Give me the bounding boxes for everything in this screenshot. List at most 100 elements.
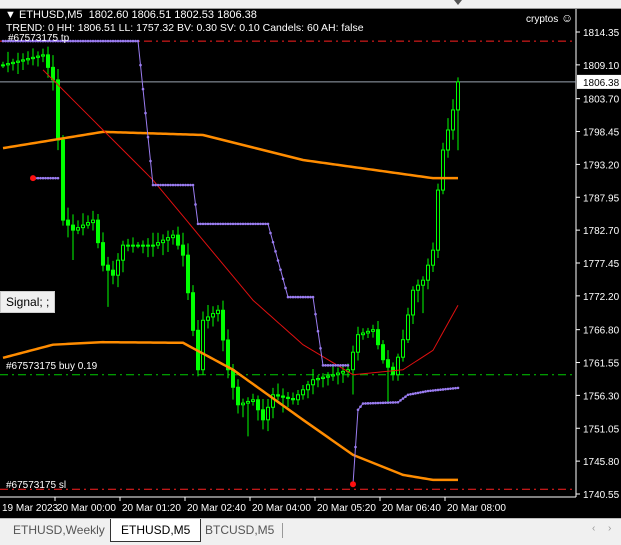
brand-label: cryptos ☺ (526, 11, 574, 25)
candle-body (96, 219, 100, 244)
candle-body (241, 402, 245, 406)
trailing-stop-line-dot (431, 389, 435, 392)
trailing-stop-line-dot (449, 387, 452, 390)
trailing-stop-line-dot (209, 222, 212, 226)
candle-body (156, 242, 160, 246)
trailing-stop-line-dot (294, 295, 297, 299)
tab-ethusd-weekly[interactable]: ETHUSD,Weekly (3, 519, 115, 541)
trailing-stop-line-dot (181, 183, 185, 187)
candle-body (386, 359, 390, 368)
tab-divider (282, 523, 283, 538)
trailing-stop-line-dot (69, 39, 72, 43)
trailing-stop-line-dot (416, 391, 420, 395)
trailing-stop-line-dot (304, 295, 307, 299)
trailing-stop-line-dot (186, 183, 190, 187)
trailing-stop-line-dot (239, 222, 242, 226)
candle-body (436, 189, 440, 251)
candle-body (321, 376, 325, 379)
trailing-stop-line-dot (154, 183, 157, 187)
x-tick-label: 20 Mar 05:20 (317, 503, 376, 514)
candle-body (291, 398, 295, 401)
trailing-stop-line-dot (346, 364, 350, 367)
trailing-stop-line-dot (299, 295, 302, 299)
trailing-stop-line-dot (236, 222, 240, 226)
candle-body (296, 394, 300, 401)
tab-ethusd-m5[interactable]: ETHUSD,M5 (110, 519, 202, 542)
candle-body (56, 79, 60, 141)
chart-header: ▼ ETHUSD,M5 1802.60 1806.51 1802.53 1806… (5, 9, 257, 21)
candle-body (446, 129, 450, 151)
trailing-stop-line-dot (404, 395, 407, 398)
trailing-stop-line-dot (439, 388, 442, 392)
current-price-label: 1806.38 (583, 78, 620, 89)
x-tick-label: 20 Mar 08:00 (447, 503, 506, 514)
trailing-stop-line-dot (166, 183, 170, 187)
trailing-stop-line-dot (426, 389, 430, 393)
y-tick-label: 1809.10 (583, 61, 620, 72)
x-tick-label: 20 Mar 01:20 (122, 503, 181, 514)
price-chart[interactable]: 1814.35 1809.10 1803.70 1798.45 1793.20 1787.… (0, 9, 621, 518)
tab-btcusd-m5[interactable]: BTCUSD,M5 (195, 519, 284, 541)
candle-body (16, 60, 20, 63)
trailing-stop-line-dot (266, 222, 270, 226)
candle-body (166, 237, 170, 241)
trailing-stop-line-dot (314, 312, 317, 316)
candle-body (251, 399, 255, 402)
trailing-stop-line-dot (216, 222, 220, 226)
candle-body (211, 313, 215, 318)
trailing-stop-line-dot (91, 39, 95, 43)
candle-body (401, 339, 405, 358)
trailing-stop-line-dot (411, 392, 415, 396)
trailing-stop-line-dot (124, 39, 127, 43)
candle-body (216, 309, 220, 315)
candle-body (71, 224, 75, 231)
tp-label: #67573175 tp (8, 33, 70, 44)
trailing-stop-line-dot (126, 39, 130, 43)
y-tick-label: 1745.80 (583, 457, 620, 468)
trailing-stop-line-dot (334, 364, 337, 367)
candle-body (396, 356, 400, 376)
x-tick-label: 19 Mar 2023 (2, 503, 59, 514)
candle-body (341, 370, 345, 374)
ohlc-values: 1802.60 1806.51 1802.53 1806.38 (88, 9, 257, 21)
trailing-stop-line-dot (381, 401, 385, 405)
candle-body (61, 139, 65, 221)
trailing-stop-line-dot (156, 183, 160, 187)
candle-body (376, 329, 380, 346)
trailing-stop-line-dot (99, 39, 102, 43)
candle-body (91, 219, 95, 224)
signal-dot (350, 481, 356, 488)
scroll-left-icon[interactable]: ‹ (592, 523, 595, 534)
candle-body (306, 384, 310, 391)
trailing-stop-line-dot (151, 183, 155, 187)
trailing-stop-line-dot (436, 388, 440, 392)
candle-body (41, 54, 45, 57)
trailing-stop-line-dot (111, 39, 115, 43)
trailing-stop-line-dot (291, 295, 295, 299)
trailing-stop-line-dot (229, 222, 232, 226)
trailing-stop-line-dot (321, 364, 325, 367)
trailing-stop-line-dot (456, 386, 460, 390)
candle-body (351, 351, 355, 371)
trailing-stop-line-dot (146, 135, 150, 139)
candle-body (146, 244, 150, 247)
trailing-stop-line-dot (331, 364, 335, 367)
trailing-stop-line-dot (421, 390, 425, 394)
trailing-stop-line-dot (54, 176, 57, 180)
trailing-stop-line-dot (109, 39, 112, 43)
trailing-stop-line-dot (171, 183, 175, 187)
scroll-shift-marker[interactable] (454, 0, 462, 5)
trailing-stop-line-dot (234, 222, 237, 226)
collapse-triangle-icon[interactable]: ▼ (5, 9, 16, 21)
trailing-stop-line-dot (344, 364, 347, 367)
candle-body (366, 330, 370, 334)
trailing-stop-line-dot (204, 222, 207, 226)
trailing-stop-line-dot (219, 222, 222, 226)
candle-body (36, 55, 40, 58)
scroll-right-icon[interactable]: › (608, 523, 611, 534)
candle-body (186, 254, 190, 294)
trailing-stop-line-dot (214, 222, 217, 226)
trailing-stop-line-dot (39, 176, 42, 180)
candle-body (116, 259, 120, 276)
candle-body (51, 66, 55, 81)
